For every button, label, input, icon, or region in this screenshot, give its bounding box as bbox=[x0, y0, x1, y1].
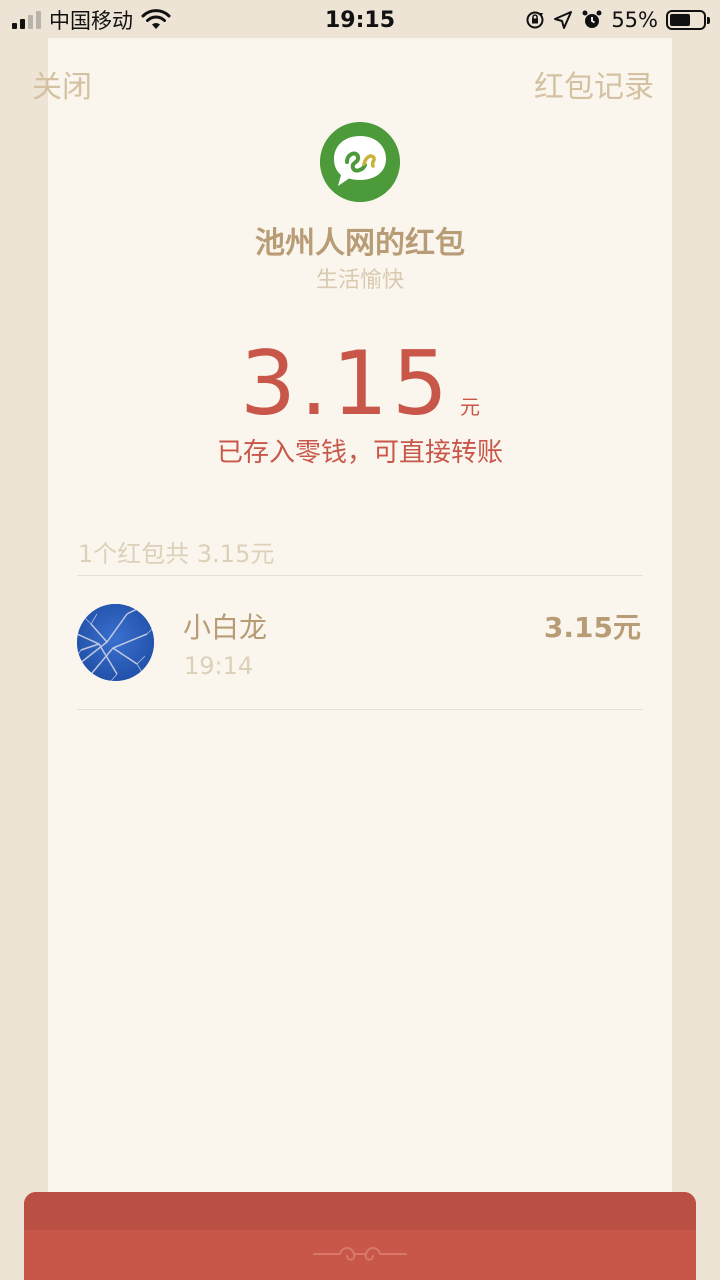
receive-time: 19:14 bbox=[184, 652, 254, 680]
amount-value: 3.15 bbox=[240, 332, 452, 435]
avatar[interactable] bbox=[77, 604, 154, 681]
divider bbox=[77, 575, 643, 576]
greeting-message: 生活愉快 bbox=[315, 268, 404, 293]
amount-unit: 元 bbox=[459, 395, 480, 419]
packet-summary: 1个红包共 3.15元 bbox=[78, 540, 275, 568]
divider bbox=[77, 709, 643, 710]
saved-to-wallet-link[interactable]: 已存入零钱，可直接转账 bbox=[0, 432, 720, 469]
status-bar: 中国移动 19:15 55% bbox=[0, 0, 720, 40]
close-button[interactable]: 关闭 bbox=[32, 62, 92, 106]
status-time: 19:15 bbox=[324, 7, 396, 33]
red-packet-records-link[interactable]: 红包记录 bbox=[534, 62, 654, 106]
envelope-bottom-shade bbox=[24, 1192, 696, 1230]
amount-display: 3.15 元 bbox=[0, 332, 720, 435]
chat-bubble-logo-icon bbox=[320, 122, 400, 202]
receiver-name: 小白龙 bbox=[183, 611, 268, 644]
sender-title: 池州人网的红包 bbox=[255, 226, 465, 261]
screen: 中国移动 19:15 55% 关闭 红包记录 池州人网的红包 生活愉快 3.15… bbox=[0, 0, 720, 1280]
cloud-ornament-icon bbox=[313, 1247, 407, 1261]
battery-icon bbox=[666, 10, 710, 30]
receive-amount: 3.15元 bbox=[543, 611, 641, 644]
